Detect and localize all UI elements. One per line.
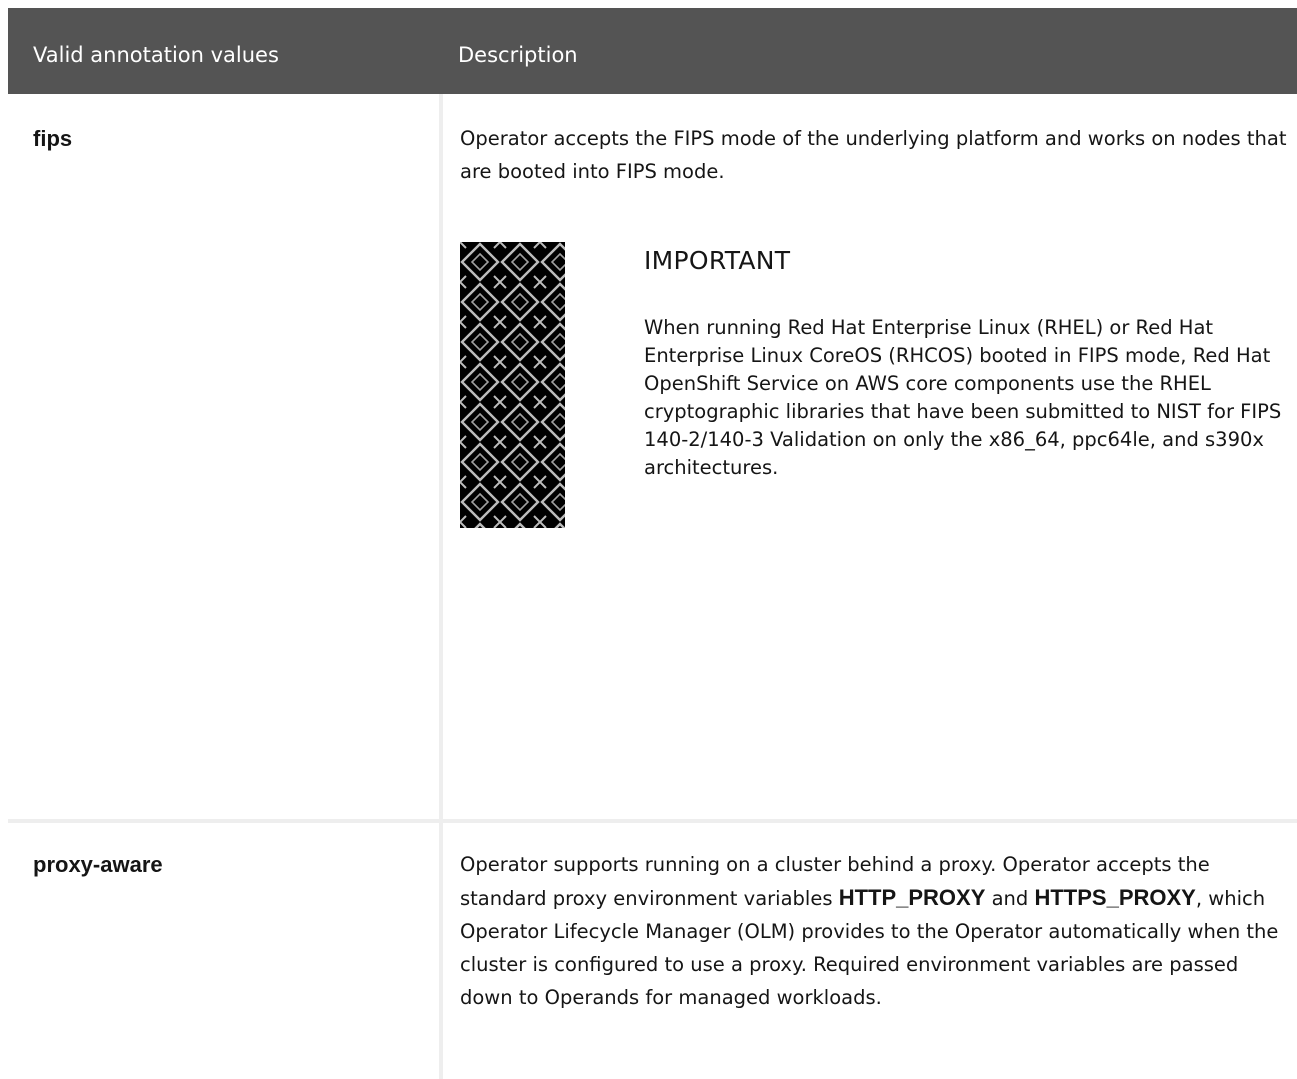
header-description: Description bbox=[458, 43, 578, 67]
column-divider bbox=[439, 94, 443, 1079]
description-proxy-aware: Operator supports running on a cluster b… bbox=[460, 848, 1290, 1014]
code-http-proxy: HTTP_PROXY bbox=[838, 885, 986, 910]
annotation-value-fips: fips bbox=[33, 126, 73, 151]
admonition-body: When running Red Hat Enterprise Linux (R… bbox=[644, 316, 1282, 479]
table-header-row: Valid annotation values Description bbox=[8, 8, 1297, 94]
pattern-svg bbox=[460, 242, 565, 528]
annotations-table: Valid annotation values Description fips… bbox=[8, 8, 1297, 1079]
header-valid-annotation-values: Valid annotation values bbox=[33, 43, 279, 67]
admonition-title: IMPORTANT bbox=[644, 246, 791, 275]
description-fips: Operator accepts the FIPS mode of the un… bbox=[460, 127, 1287, 183]
description-text-2: and bbox=[985, 887, 1035, 910]
code-https-proxy: HTTPS_PROXY bbox=[1034, 885, 1196, 910]
row-divider bbox=[8, 819, 1297, 823]
annotation-value-proxy-aware: proxy-aware bbox=[33, 852, 163, 877]
red-hat-pattern-icon bbox=[460, 242, 565, 528]
